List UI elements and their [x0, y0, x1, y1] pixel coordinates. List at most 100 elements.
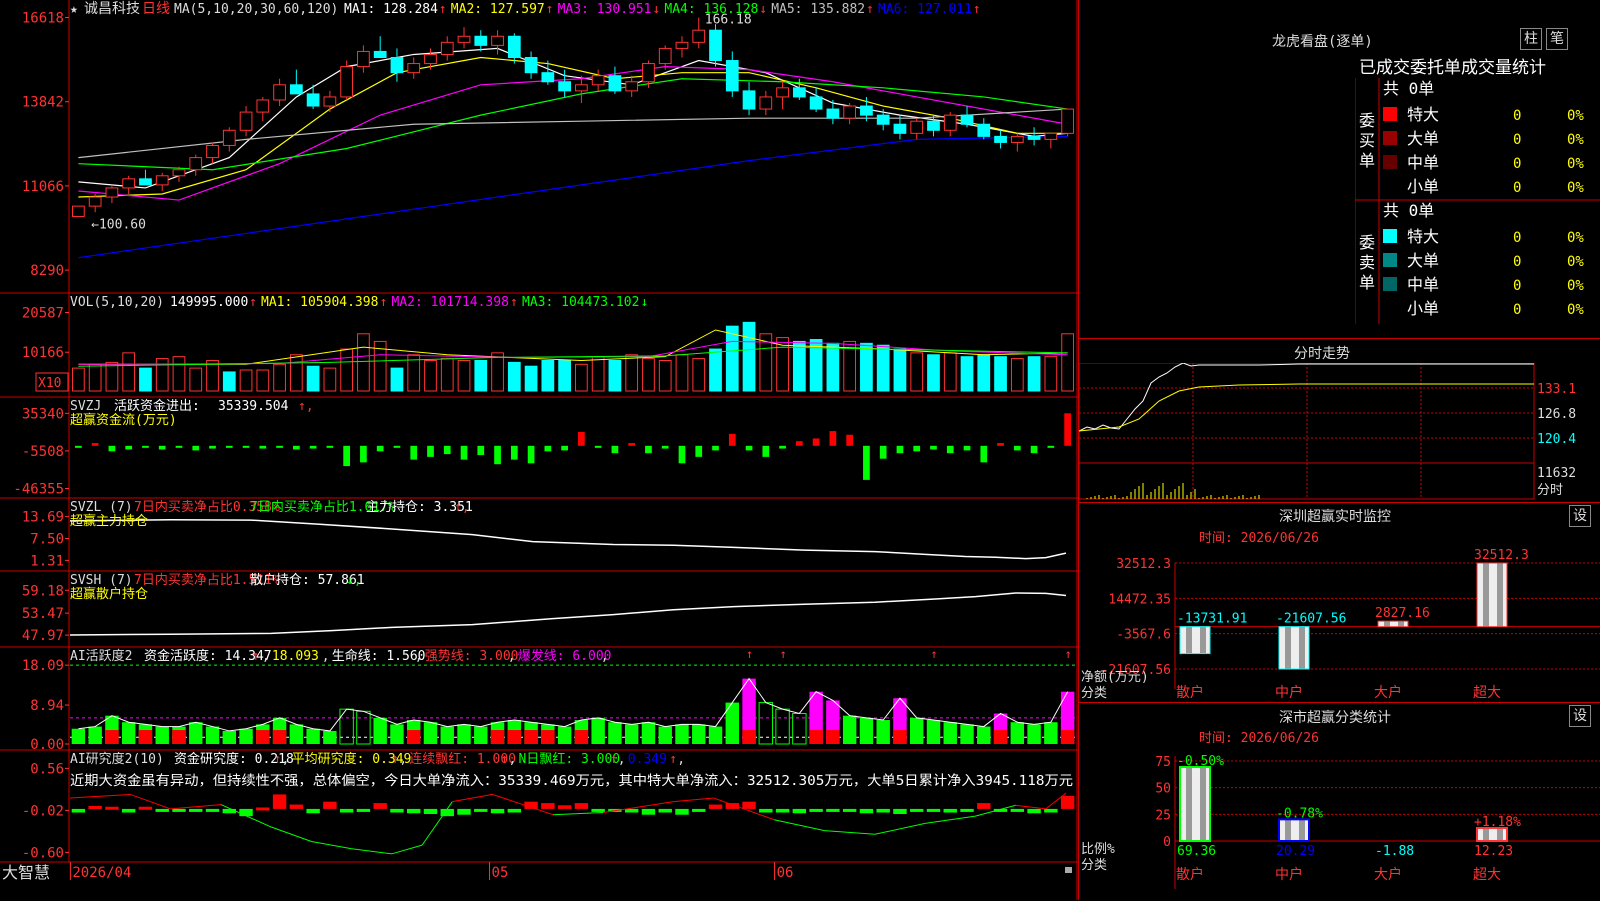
volume-bar [340, 348, 354, 392]
class-category: 中户 [1275, 866, 1303, 883]
research-bar [105, 806, 119, 810]
candle [759, 96, 773, 110]
volume-bar [172, 356, 186, 392]
monitor-category: 散户 [1176, 684, 1204, 701]
activity-bar-strong [490, 730, 505, 744]
research-bar [507, 808, 522, 813]
candle [474, 35, 488, 46]
ma-legend-arrow: ↓ [652, 2, 660, 17]
star-icon: ★ [70, 2, 78, 17]
research-sep: , [618, 752, 626, 767]
flow-bar [1047, 445, 1055, 448]
research-bar [155, 808, 169, 812]
candle [206, 144, 219, 159]
activity-bar [306, 728, 320, 744]
volume-bar [1044, 356, 1058, 392]
order-type: 小单 [1407, 177, 1439, 196]
flow-bar [544, 445, 552, 452]
order-count: 0 [1513, 180, 1521, 196]
activity-bar [205, 726, 220, 744]
class-ylabel: 比例% [1081, 842, 1115, 857]
research-bar [205, 808, 220, 812]
indicator-charts[interactable]: 1661813842110668290←100.60166.18★ 诚昌科技 日线 M… [0, 0, 1078, 900]
ai2-item: 爆发线: 6.000 [518, 648, 612, 664]
intraday-chart[interactable]: 133.1 126.8 120.4 11632 分时 [1079, 363, 1600, 503]
volume-bar [675, 354, 689, 392]
monitor-bar [1278, 626, 1310, 670]
research-bar [71, 808, 86, 813]
brand-label: 大智慧 [2, 863, 50, 882]
svzl-label: SVZL (7) [70, 500, 133, 515]
class-ytick: 50 [1155, 782, 1171, 797]
activity-bar [977, 726, 991, 744]
tick-mode-button[interactable]: 笔 [1546, 28, 1568, 50]
flow-bar [561, 445, 568, 451]
svzj-arrow: ↑, [298, 399, 314, 414]
flow-bar [225, 445, 233, 448]
candle [809, 96, 823, 110]
volume-bar [1010, 358, 1024, 392]
monitor-category: 中户 [1275, 684, 1303, 701]
monitor-value-label: 32512.3 [1474, 548, 1529, 563]
order-count: 0 [1513, 156, 1521, 172]
volume-bar [273, 363, 286, 392]
flow-bar [276, 445, 283, 448]
vol-ma-arrow: ↓ [641, 295, 649, 310]
ytick-label: 35340 [22, 406, 64, 422]
research-sep: , [282, 752, 290, 767]
ytick-label: 8290 [30, 263, 64, 279]
research-bar [1027, 808, 1041, 814]
activity-bar [624, 724, 639, 744]
flow-bar [611, 445, 619, 454]
flow-bar [879, 445, 887, 459]
candle [541, 72, 555, 83]
intraday-panel[interactable]: 分时走势 133.1 126.8 120.4 11632 分时 [1078, 338, 1600, 502]
signal-arrow: ↑ [1065, 647, 1072, 661]
activity-bar [591, 717, 605, 744]
order-type: 小单 [1407, 299, 1439, 318]
ytick-label: 59.18 [22, 583, 64, 599]
vol-ma-item: MA1: 105904.398 [261, 295, 378, 310]
volume-bar [943, 352, 957, 392]
research-bar [138, 806, 153, 810]
volume-bar [256, 369, 270, 392]
flow-bar [494, 445, 501, 465]
activity-bar-strong [1060, 730, 1075, 744]
candle [725, 60, 739, 92]
order-pct: 0% [1567, 278, 1584, 294]
flow-bar [91, 443, 99, 446]
candle [876, 114, 890, 125]
volume-bar [155, 358, 169, 392]
monitor-bar [1179, 626, 1211, 655]
flow-bar [930, 445, 937, 450]
research-bar [859, 808, 874, 814]
flow-bar [779, 445, 786, 449]
bar-mode-button[interactable]: 柱 [1520, 28, 1542, 50]
monitor-bar [1476, 562, 1508, 628]
volume-bar [826, 342, 840, 392]
volume-bar [474, 359, 488, 392]
candle [608, 75, 622, 92]
research-bar [474, 808, 488, 812]
class-bar-shade [1200, 767, 1206, 841]
research-arrow: ↑ [501, 752, 509, 767]
flow-bar [309, 445, 317, 449]
research-bar [624, 808, 639, 813]
flow-bar [427, 445, 434, 457]
research-label: AI研究度2(10) [70, 751, 164, 767]
monitor-value-label: 2827.16 [1375, 606, 1430, 621]
research-bar [1010, 808, 1025, 812]
activity-bar [708, 726, 723, 744]
ytick-label: 1.31 [30, 553, 64, 569]
group-total: 共 0单 [1383, 79, 1434, 98]
ai2-sep: , [601, 649, 609, 664]
research-bar [641, 808, 656, 815]
activity-bar [373, 717, 387, 744]
ma-legend-item: MA4: 136.128 [664, 2, 758, 17]
research-item: N日飘红: 3.000 [519, 751, 621, 767]
activity-bar-strong [524, 730, 538, 744]
flow-bar [661, 445, 669, 449]
volume-bar [910, 352, 924, 392]
volume-bar [709, 348, 722, 392]
flow-bar [997, 443, 1004, 446]
